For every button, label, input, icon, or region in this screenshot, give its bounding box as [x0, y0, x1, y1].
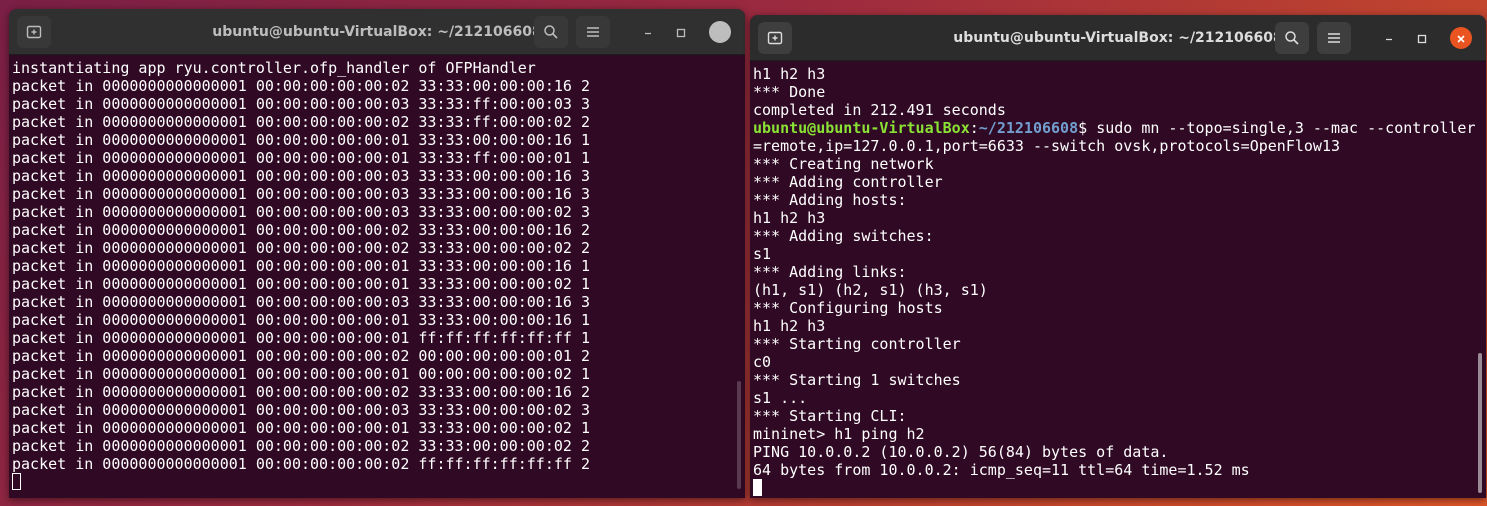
- terminal-line: h1 h2 h3: [753, 317, 826, 335]
- prompt-symbol: $: [1078, 119, 1097, 137]
- terminal-line: packet in 0000000000000001 00:00:00:00:0…: [12, 77, 590, 95]
- terminal-line: packet in 0000000000000001 00:00:00:00:0…: [12, 185, 590, 203]
- minimize-button[interactable]: [637, 21, 659, 43]
- menu-button[interactable]: [576, 16, 610, 48]
- terminal-line: *** Configuring hosts: [753, 299, 943, 317]
- terminal-line: packet in 0000000000000001 00:00:00:00:0…: [12, 131, 590, 149]
- terminal-line: packet in 0000000000000001 00:00:00:00:0…: [12, 311, 590, 329]
- terminal-line: packet in 0000000000000001 00:00:00:00:0…: [12, 257, 590, 275]
- terminal-line: *** Adding controller: [753, 173, 943, 191]
- terminal-line: packet in 0000000000000001 00:00:00:00:0…: [12, 293, 590, 311]
- close-icon: [1456, 29, 1466, 48]
- terminal-line: packet in 0000000000000001 00:00:00:00:0…: [12, 203, 590, 221]
- terminal-line: completed in 212.491 seconds: [753, 101, 1006, 119]
- cursor-line: [12, 473, 743, 491]
- maximize-icon: [676, 23, 686, 42]
- terminal-line: packet in 0000000000000001 00:00:00:00:0…: [12, 275, 590, 293]
- terminal-line: PING 10.0.0.2 (10.0.0.2) 56(84) bytes of…: [753, 443, 1169, 461]
- scrollbar[interactable]: [1478, 353, 1482, 493]
- text-cursor: [12, 473, 21, 490]
- terminal-line: packet in 0000000000000001 00:00:00:00:0…: [12, 329, 590, 347]
- prompt-command: sudo mn --topo=single,3 --mac --controll…: [1096, 119, 1476, 137]
- minimize-button[interactable]: [1378, 27, 1400, 49]
- terminal-line: packet in 0000000000000001 00:00:00:00:0…: [12, 113, 590, 131]
- text-cursor: [753, 479, 762, 496]
- terminal-line: =remote,ip=127.0.0.1,port=6633 --switch …: [753, 137, 1340, 155]
- terminal-line: h1 h2 h3: [753, 209, 826, 227]
- terminal-line: packet in 0000000000000001 00:00:00:00:0…: [12, 95, 590, 113]
- terminal-line: instantiating app ryu.controller.ofp_han…: [12, 59, 536, 77]
- hamburger-menu-icon: [1327, 32, 1341, 44]
- search-icon: [1284, 30, 1300, 46]
- terminal-output[interactable]: h1 h2 h3 *** Done completed in 212.491 sec…: [750, 62, 1486, 498]
- terminal-window-right[interactable]: ubuntu@ubuntu-VirtualBox: ~/212106608 h1…: [750, 15, 1486, 498]
- terminal-line: s1 ...: [753, 389, 808, 407]
- terminal-line: packet in 0000000000000001 00:00:00:00:0…: [12, 437, 590, 455]
- terminal-line: *** Adding links:: [753, 263, 907, 281]
- terminal-line: packet in 0000000000000001 00:00:00:00:0…: [12, 347, 590, 365]
- terminal-line: mininet> h1 ping h2: [753, 425, 925, 443]
- search-icon: [543, 24, 559, 40]
- prompt-user-host: ubuntu@ubuntu-VirtualBox: [753, 119, 970, 137]
- terminal-line: packet in 0000000000000001 00:00:00:00:0…: [12, 239, 590, 257]
- search-button[interactable]: [534, 16, 568, 48]
- terminal-line: 64 bytes from 10.0.0.2: icmp_seq=11 ttl=…: [753, 461, 1250, 479]
- terminal-line: c0: [753, 353, 772, 371]
- hamburger-menu-icon: [586, 26, 600, 38]
- terminal-output[interactable]: instantiating app ryu.controller.ofp_han…: [9, 56, 745, 498]
- minimize-icon: [643, 23, 653, 42]
- terminal-line: *** Done: [753, 83, 826, 101]
- terminal-line: packet in 0000000000000001 00:00:00:00:0…: [12, 149, 590, 167]
- close-button[interactable]: [709, 21, 731, 43]
- window-title: ubuntu@ubuntu-VirtualBox: ~/212106608: [212, 24, 542, 40]
- terminal-line: packet in 0000000000000001 00:00:00:00:0…: [12, 383, 590, 401]
- minimize-icon: [1384, 29, 1394, 48]
- terminal-line: h1 h2 h3: [753, 65, 826, 83]
- new-tab-icon: [767, 30, 783, 46]
- terminal-line: s1: [753, 245, 772, 263]
- terminal-line: packet in 0000000000000001 00:00:00:00:0…: [12, 365, 590, 383]
- terminal-window-left[interactable]: ubuntu@ubuntu-VirtualBox: ~/212106608 in…: [9, 9, 745, 498]
- terminal-line: *** Adding switches:: [753, 227, 934, 245]
- menu-button[interactable]: [1317, 22, 1351, 54]
- maximize-button[interactable]: [1411, 27, 1433, 49]
- new-tab-button[interactable]: [17, 16, 51, 48]
- terminal-line: packet in 0000000000000001 00:00:00:00:0…: [12, 167, 590, 185]
- new-tab-icon: [26, 24, 42, 40]
- titlebar[interactable]: ubuntu@ubuntu-VirtualBox: ~/212106608: [9, 9, 745, 55]
- terminal-line: *** Starting 1 switches: [753, 371, 961, 389]
- titlebar[interactable]: ubuntu@ubuntu-VirtualBox: ~/212106608: [750, 15, 1486, 61]
- terminal-line: *** Creating network: [753, 155, 934, 173]
- terminal-line: *** Adding hosts:: [753, 191, 907, 209]
- terminal-line: (h1, s1) (h2, s1) (h3, s1): [753, 281, 988, 299]
- prompt-path: ~/212106608: [978, 119, 1079, 137]
- terminal-line: packet in 0000000000000001 00:00:00:00:0…: [12, 455, 590, 473]
- search-button[interactable]: [1275, 22, 1309, 54]
- close-icon: [715, 23, 725, 42]
- terminal-line: packet in 0000000000000001 00:00:00:00:0…: [12, 401, 590, 419]
- terminal-line: *** Starting controller: [753, 335, 961, 353]
- window-title: ubuntu@ubuntu-VirtualBox: ~/212106608: [953, 30, 1283, 46]
- terminal-line: packet in 0000000000000001 00:00:00:00:0…: [12, 221, 590, 239]
- scrollbar[interactable]: [737, 381, 741, 489]
- terminal-line: *** Starting CLI:: [753, 407, 907, 425]
- prompt-line: ubuntu@ubuntu-VirtualBox:~/212106608$ su…: [753, 119, 1484, 137]
- cursor-line: [753, 479, 1484, 497]
- new-tab-button[interactable]: [758, 22, 792, 54]
- maximize-icon: [1417, 29, 1427, 48]
- terminal-line: packet in 0000000000000001 00:00:00:00:0…: [12, 419, 590, 437]
- maximize-button[interactable]: [670, 21, 692, 43]
- prompt-separator: :: [969, 119, 979, 137]
- close-button[interactable]: [1450, 27, 1472, 49]
